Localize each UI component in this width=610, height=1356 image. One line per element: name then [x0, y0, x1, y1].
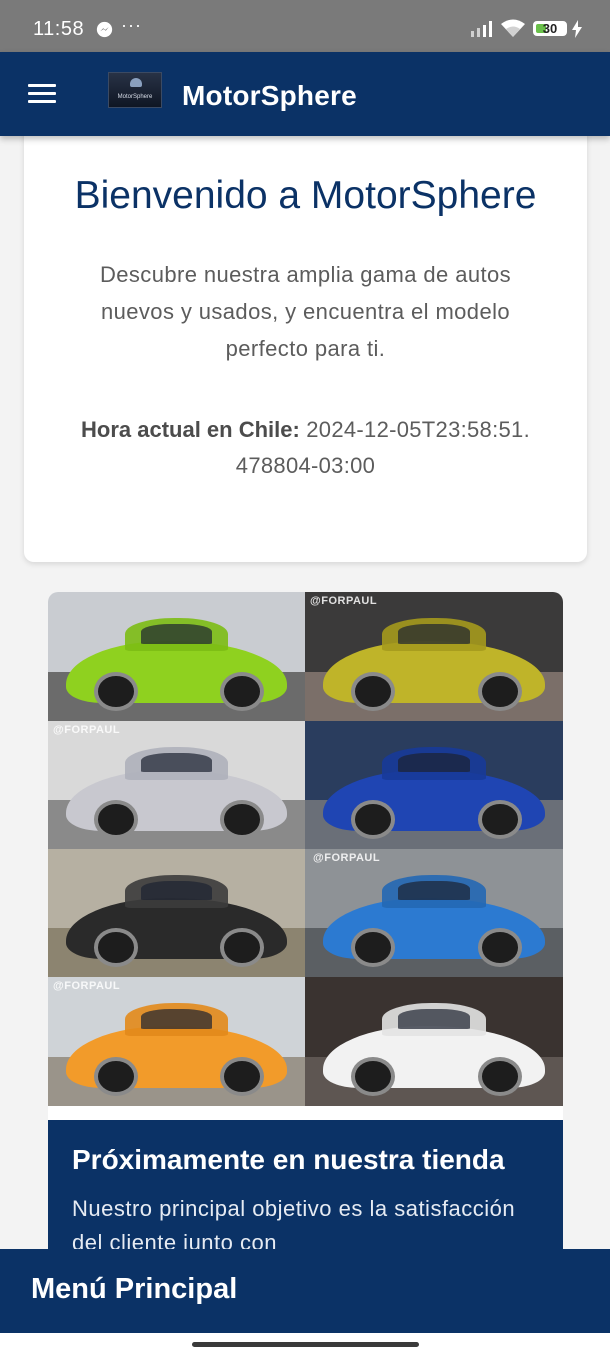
image-watermark: @FORPAUL: [53, 980, 121, 992]
image-watermark: @FORPAUL: [313, 852, 381, 864]
chile-time-label: Hora actual en Chile:: [81, 417, 300, 442]
battery-level: 30: [542, 21, 558, 36]
welcome-heading: Bienvenido a MotorSphere: [74, 174, 537, 217]
battery-icon: 30: [533, 21, 567, 36]
wifi-icon: [501, 19, 525, 37]
welcome-card: Bienvenido a MotorSphere Descubre nuestr…: [24, 110, 587, 562]
app-header: MotorSphere MotorSphere: [0, 52, 610, 136]
app-title[interactable]: MotorSphere: [182, 80, 357, 112]
home-gesture-handle[interactable]: [192, 1342, 419, 1347]
hamburger-menu-icon[interactable]: [28, 84, 56, 104]
image-divider: [48, 1106, 563, 1120]
coming-soon-card: @FORPAUL @FORPAUL @FORPAUL @FORPAUL Próx…: [48, 592, 563, 1292]
coming-soon-heading: Próximamente en nuestra tienda: [72, 1144, 505, 1175]
more-notifications-icon: ···: [121, 15, 142, 35]
signal-icon: [471, 21, 492, 37]
image-watermark: @FORPAUL: [310, 595, 378, 607]
brand-logo[interactable]: MotorSphere: [108, 72, 162, 108]
status-time: 11:58: [33, 18, 85, 40]
status-bar: 11:58 ··· 30: [0, 0, 610, 52]
charging-icon: [572, 20, 582, 38]
system-navigation-bar: [0, 1333, 610, 1356]
cars-collage-image: @FORPAUL @FORPAUL @FORPAUL @FORPAUL: [48, 592, 563, 1106]
main-menu-label[interactable]: Menú Principal: [31, 1273, 237, 1306]
image-watermark: @FORPAUL: [53, 724, 121, 736]
chile-time: Hora actual en Chile: 2024-12-05T23:58:5…: [80, 412, 531, 484]
welcome-description: Descubre nuestra amplia gama de autos nu…: [99, 262, 512, 361]
messenger-icon: [96, 21, 113, 38]
main-menu-bar[interactable]: Menú Principal: [0, 1249, 610, 1333]
